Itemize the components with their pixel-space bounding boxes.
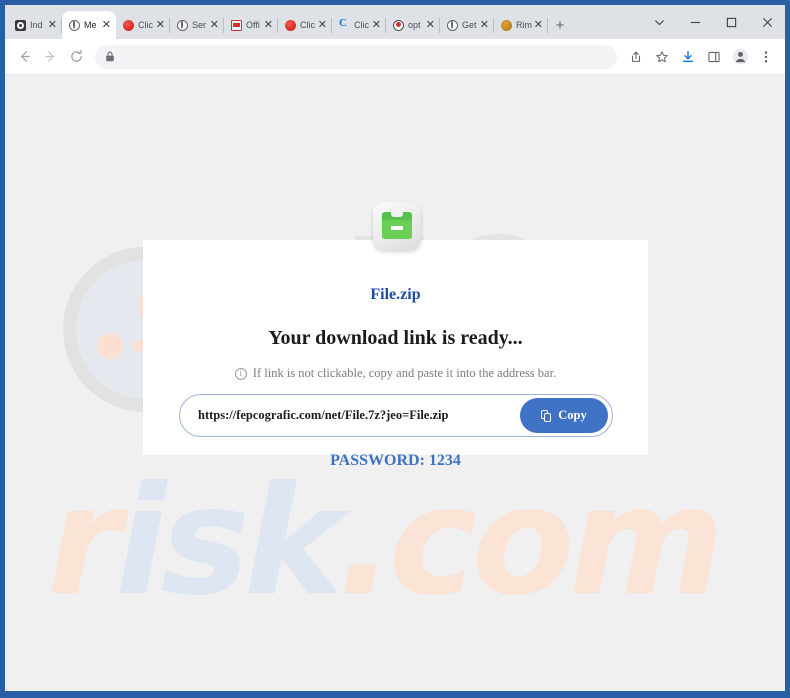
record-ring-icon [393,19,404,31]
tab-title: Get [462,20,477,30]
tab-close-button[interactable]: ✕ [156,19,165,31]
tab-title: Me [84,20,97,30]
back-arrow-icon[interactable] [11,44,37,70]
browser-window: Ind ✕ Me ✕ Clic ✕ Ser ✕ Offi ✕ Clic ✕ C … [0,0,790,698]
globe-icon [69,19,80,31]
tab-9[interactable]: Rim ✕ [494,11,548,39]
profile-avatar-icon[interactable] [727,44,753,70]
tab-title: Clic [354,20,369,30]
folder-glyph [382,212,412,240]
watermark-dotcom: .com [337,455,724,629]
tab-0[interactable]: Ind ✕ [8,11,62,39]
lock-icon [105,51,115,62]
tab-close-button[interactable]: ✕ [102,19,111,31]
green-zip-folder-icon [373,202,421,250]
tab-title: Ind [30,20,43,30]
folder-front [382,220,412,239]
tab-close-button[interactable]: ✕ [426,19,435,31]
star-icon[interactable] [649,44,675,70]
tab-title: Clic [300,20,315,30]
tab-5[interactable]: Clic ✕ [278,11,332,39]
copy-button-label: Copy [558,408,587,422]
forward-arrow-icon[interactable] [37,44,63,70]
three-dot-menu-icon[interactable] [753,44,779,70]
tab-close-button[interactable]: ✕ [48,19,57,31]
browser-window-inner: Ind ✕ Me ✕ Clic ✕ Ser ✕ Offi ✕ Clic ✕ C … [5,5,785,691]
download-url-text: https://fepcografic.com/net/File.7z?jeo=… [198,408,449,422]
info-circle-icon: i [234,367,247,380]
red-document-icon [231,19,242,31]
tab-2[interactable]: Clic ✕ [116,11,170,39]
tab-separator [547,18,548,33]
file-name-label: File.zip [370,286,421,303]
tab-close-button[interactable]: ✕ [318,19,327,31]
download-hint-text: If link is not clickable, copy and paste… [252,366,557,380]
blue-c-icon [339,17,350,31]
new-tab-button[interactable]: + [548,11,572,39]
address-bar[interactable] [95,44,617,69]
tab-title: Rim [516,20,532,30]
minimize-button[interactable] [677,7,713,37]
tab-3[interactable]: Ser ✕ [170,11,224,39]
share-icon[interactable] [623,44,649,70]
tab-close-button[interactable]: ✕ [264,19,273,31]
folder-notch [391,212,403,217]
tab-title: Offi [246,20,260,30]
reload-icon[interactable] [63,44,89,70]
download-link-field[interactable]: https://fepcografic.com/net/File.7z?jeo=… [179,394,613,437]
globe-icon [447,19,458,31]
tab-6[interactable]: Clic ✕ [332,11,386,39]
tab-close-button[interactable]: ✕ [372,19,381,31]
watermark-r: r [47,455,121,629]
page-content: pc risk.com File.zip [5,75,785,690]
film-reel-icon [15,19,26,31]
download-icon[interactable] [675,44,701,70]
tab-title: opt [408,20,421,30]
tab-close-button[interactable]: ✕ [480,19,489,31]
page-title: Your download link is ready... [268,327,523,349]
gold-circle-icon [501,19,512,31]
tab-close-button[interactable]: ✕ [210,19,219,31]
tab-8[interactable]: Get ✕ [440,11,494,39]
tab-strip: Ind ✕ Me ✕ Clic ✕ Ser ✕ Offi ✕ Clic ✕ C … [5,5,785,39]
tab-7[interactable]: opt ✕ [386,11,440,39]
tab-close-button[interactable]: ✕ [534,19,543,31]
watermark-dot [97,333,123,359]
folder-bar [391,226,403,230]
browser-toolbar [5,39,785,75]
window-controls [641,5,785,39]
tab-title: Ser [192,20,207,30]
copy-sheet-front [544,412,552,422]
tab-title: Clic [138,20,153,30]
maximize-button[interactable] [713,7,749,37]
download-hint: i If link is not clickable, copy and pas… [143,366,648,381]
watermark-isk: isk [114,455,343,629]
watermark-bottom-text: risk.com [47,455,725,629]
copy-icon [541,409,552,422]
close-button[interactable] [749,7,785,37]
tab-1-active[interactable]: Me ✕ [62,11,116,39]
tab-4[interactable]: Offi ✕ [224,11,278,39]
side-panel-icon[interactable] [701,44,727,70]
password-label: PASSWORD: 1234 [330,452,461,469]
red-circle-icon [123,19,134,31]
red-circle-icon [285,19,296,31]
globe-icon [177,19,188,31]
file-icon-wrapper [373,202,421,250]
copy-button[interactable]: Copy [520,398,608,433]
tab-search-button[interactable] [641,7,677,37]
